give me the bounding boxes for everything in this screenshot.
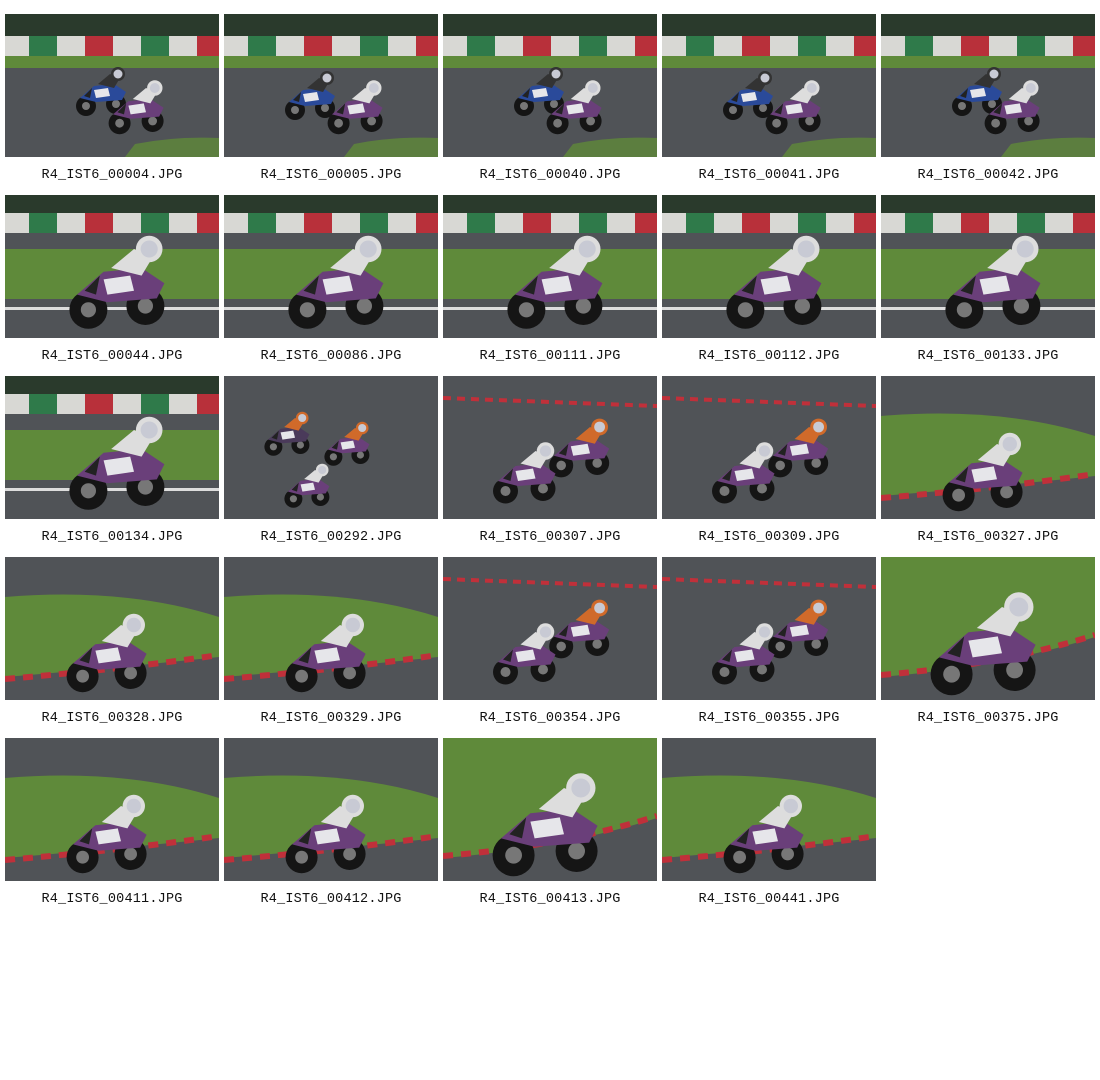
photo-filename: R4_IST6_00086.JPG bbox=[260, 349, 402, 364]
photo-filename: R4_IST6_00354.JPG bbox=[479, 711, 621, 726]
gallery-item[interactable]: R4_IST6_00111.JPG bbox=[443, 195, 657, 376]
photo-thumbnail[interactable] bbox=[5, 738, 219, 881]
photo-thumbnail[interactable] bbox=[881, 195, 1095, 338]
photo-filename: R4_IST6_00411.JPG bbox=[41, 892, 183, 907]
photo-thumbnail[interactable] bbox=[5, 557, 219, 700]
photo-thumbnail[interactable] bbox=[881, 376, 1095, 519]
photo-filename: R4_IST6_00041.JPG bbox=[698, 168, 840, 183]
photo-thumbnail[interactable] bbox=[224, 738, 438, 881]
gallery-item[interactable]: R4_IST6_00329.JPG bbox=[224, 557, 438, 738]
photo-filename: R4_IST6_00044.JPG bbox=[41, 349, 183, 364]
photo-thumbnail[interactable] bbox=[662, 14, 876, 157]
photo-filename: R4_IST6_00004.JPG bbox=[41, 168, 183, 183]
photo-thumbnail[interactable] bbox=[662, 557, 876, 700]
gallery-item[interactable]: R4_IST6_00292.JPG bbox=[224, 376, 438, 557]
photo-filename: R4_IST6_00112.JPG bbox=[698, 349, 840, 364]
gallery-item[interactable]: R4_IST6_00327.JPG bbox=[881, 376, 1095, 557]
photo-thumbnail[interactable] bbox=[443, 738, 657, 881]
gallery-item[interactable]: R4_IST6_00355.JPG bbox=[662, 557, 876, 738]
gallery-item[interactable]: R4_IST6_00042.JPG bbox=[881, 14, 1095, 195]
gallery-item[interactable]: R4_IST6_00413.JPG bbox=[443, 738, 657, 919]
photo-filename: R4_IST6_00133.JPG bbox=[917, 349, 1059, 364]
photo-filename: R4_IST6_00307.JPG bbox=[479, 530, 621, 545]
photo-gallery: R4_IST6_00004.JPG R4_IST6_00005.JPG R4_I… bbox=[5, 14, 1095, 919]
gallery-item[interactable]: R4_IST6_00328.JPG bbox=[5, 557, 219, 738]
photo-filename: R4_IST6_00413.JPG bbox=[479, 892, 621, 907]
photo-filename: R4_IST6_00042.JPG bbox=[917, 168, 1059, 183]
gallery-item[interactable]: R4_IST6_00005.JPG bbox=[224, 14, 438, 195]
photo-thumbnail[interactable] bbox=[662, 195, 876, 338]
gallery-item[interactable]: R4_IST6_00412.JPG bbox=[224, 738, 438, 919]
photo-thumbnail[interactable] bbox=[881, 14, 1095, 157]
photo-thumbnail[interactable] bbox=[662, 376, 876, 519]
photo-filename: R4_IST6_00040.JPG bbox=[479, 168, 621, 183]
gallery-item[interactable]: R4_IST6_00307.JPG bbox=[443, 376, 657, 557]
photo-filename: R4_IST6_00329.JPG bbox=[260, 711, 402, 726]
gallery-item[interactable]: R4_IST6_00004.JPG bbox=[5, 14, 219, 195]
gallery-item[interactable]: R4_IST6_00354.JPG bbox=[443, 557, 657, 738]
gallery-item[interactable]: R4_IST6_00375.JPG bbox=[881, 557, 1095, 738]
gallery-item[interactable]: R4_IST6_00040.JPG bbox=[443, 14, 657, 195]
photo-thumbnail[interactable] bbox=[5, 195, 219, 338]
photo-filename: R4_IST6_00375.JPG bbox=[917, 711, 1059, 726]
photo-filename: R4_IST6_00412.JPG bbox=[260, 892, 402, 907]
gallery-item[interactable]: R4_IST6_00134.JPG bbox=[5, 376, 219, 557]
gallery-item[interactable]: R4_IST6_00086.JPG bbox=[224, 195, 438, 376]
photo-thumbnail[interactable] bbox=[5, 376, 219, 519]
gallery-item[interactable]: R4_IST6_00441.JPG bbox=[662, 738, 876, 919]
photo-filename: R4_IST6_00328.JPG bbox=[41, 711, 183, 726]
photo-filename: R4_IST6_00134.JPG bbox=[41, 530, 183, 545]
photo-thumbnail[interactable] bbox=[224, 557, 438, 700]
photo-filename: R4_IST6_00111.JPG bbox=[479, 349, 621, 364]
gallery-item[interactable]: R4_IST6_00133.JPG bbox=[881, 195, 1095, 376]
gallery-item[interactable]: R4_IST6_00411.JPG bbox=[5, 738, 219, 919]
photo-thumbnail[interactable] bbox=[662, 738, 876, 881]
photo-thumbnail[interactable] bbox=[224, 376, 438, 519]
photo-filename: R4_IST6_00327.JPG bbox=[917, 530, 1059, 545]
photo-filename: R4_IST6_00441.JPG bbox=[698, 892, 840, 907]
gallery-item[interactable]: R4_IST6_00044.JPG bbox=[5, 195, 219, 376]
photo-thumbnail[interactable] bbox=[443, 14, 657, 157]
photo-thumbnail[interactable] bbox=[443, 376, 657, 519]
photo-filename: R4_IST6_00309.JPG bbox=[698, 530, 840, 545]
photo-thumbnail[interactable] bbox=[5, 14, 219, 157]
photo-thumbnail[interactable] bbox=[224, 195, 438, 338]
photo-filename: R4_IST6_00005.JPG bbox=[260, 168, 402, 183]
photo-thumbnail[interactable] bbox=[224, 14, 438, 157]
gallery-item[interactable]: R4_IST6_00309.JPG bbox=[662, 376, 876, 557]
photo-thumbnail[interactable] bbox=[443, 557, 657, 700]
photo-filename: R4_IST6_00292.JPG bbox=[260, 530, 402, 545]
photo-filename: R4_IST6_00355.JPG bbox=[698, 711, 840, 726]
gallery-item[interactable]: R4_IST6_00041.JPG bbox=[662, 14, 876, 195]
photo-thumbnail[interactable] bbox=[881, 557, 1095, 700]
photo-thumbnail[interactable] bbox=[443, 195, 657, 338]
gallery-item[interactable]: R4_IST6_00112.JPG bbox=[662, 195, 876, 376]
